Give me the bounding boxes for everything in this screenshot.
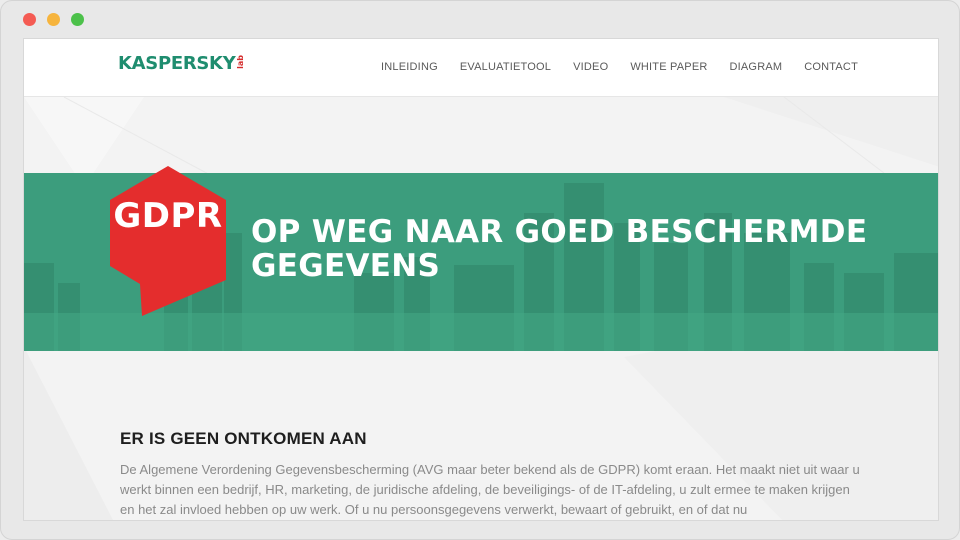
intro-section: ER IS GEEN ONTKOMEN AAN De Algemene Vero…: [120, 429, 860, 520]
site-header: KASPERSKY lab INLEIDING EVALUATIETOOL VI…: [24, 39, 938, 97]
gdpr-badge: GDPR: [110, 166, 226, 318]
close-window-button[interactable]: [23, 13, 36, 26]
minimize-window-button[interactable]: [47, 13, 60, 26]
nav-link-white-paper[interactable]: WHITE PAPER: [630, 61, 707, 73]
logo-lab-suffix: lab: [236, 55, 246, 69]
window-controls: [23, 13, 84, 26]
nav-link-inleiding[interactable]: INLEIDING: [381, 61, 438, 73]
nav-link-contact[interactable]: CONTACT: [804, 61, 858, 73]
nav-link-evaluatietool[interactable]: EVALUATIETOOL: [460, 61, 551, 73]
nav-link-video[interactable]: VIDEO: [573, 61, 608, 73]
logo-wordmark: KASPERSKY: [118, 53, 236, 74]
nav-link-diagram[interactable]: DIAGRAM: [730, 61, 783, 73]
kaspersky-logo[interactable]: KASPERSKY lab: [118, 53, 245, 74]
section-body: De Algemene Verordening Gegevensbescherm…: [120, 462, 860, 517]
browser-window: KASPERSKY lab INLEIDING EVALUATIETOOL VI…: [0, 0, 960, 540]
main-nav: INLEIDING EVALUATIETOOL VIDEO WHITE PAPE…: [381, 61, 858, 73]
hero-title: OP WEG NAAR GOED BESCHERMDE GEGEVENS: [251, 214, 868, 284]
page-viewport: KASPERSKY lab INLEIDING EVALUATIETOOL VI…: [23, 38, 939, 521]
hexagon-badge-shape: [110, 166, 226, 316]
gdpr-badge-text: GDPR: [113, 196, 223, 236]
maximize-window-button[interactable]: [71, 13, 84, 26]
section-heading: ER IS GEEN ONTKOMEN AAN: [120, 429, 367, 448]
